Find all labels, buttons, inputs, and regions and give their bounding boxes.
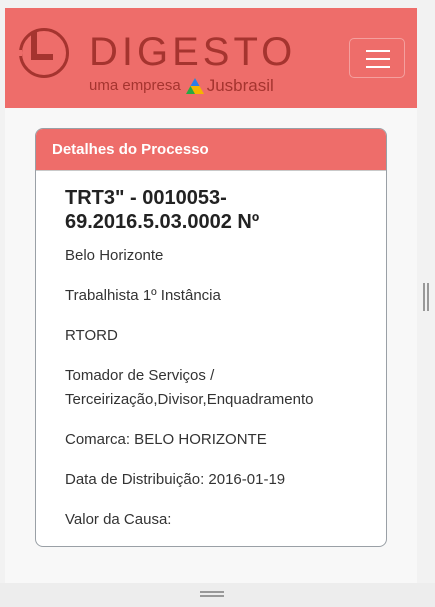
brand-subtitle-prefix: uma empresa [89,77,181,94]
hamburger-menu-icon [366,50,390,52]
digesto-logo-icon[interactable] [17,26,71,80]
process-case-value: Valor da Causa: [65,511,172,528]
card-header: Detalhes do Processo [36,129,386,171]
navbar: DIGESTO uma empresa Jusbrasil [5,8,417,108]
bottom-resize-handle[interactable] [200,591,224,597]
brand-subtitle: uma empresa Jusbrasil [89,77,274,95]
hamburger-menu-button[interactable] [349,38,405,78]
brand-subtitle-name: Jusbrasil [206,76,274,95]
process-instance: Trabalhista 1º Instância [65,287,221,304]
process-details-card: Detalhes do Processo TRT3" - 0010053-69.… [35,128,387,547]
process-comarca: Comarca: BELO HORIZONTE [65,431,267,448]
side-resize-handle[interactable] [423,283,429,311]
process-distribution-date: Data de Distribuição: 2016-01-19 [65,471,286,488]
hamburger-menu-icon [366,58,390,60]
process-class: RTORD [65,327,118,344]
hamburger-menu-icon [366,66,390,68]
jusbrasil-logo-icon [185,78,204,94]
process-city: Belo Horizonte [65,247,164,264]
card-body: TRT3" - 0010053-69.2016.5.03.0002 Nº Bel… [36,171,386,532]
process-subject: Tomador de Serviços / Terceirização,Divi… [65,367,314,408]
process-number-title: TRT3" - 0010053-69.2016.5.03.0002 Nº [65,187,260,233]
brand-wordmark: DIGESTO [89,30,297,74]
page-frame: DIGESTO uma empresa Jusbrasil Detalhes d… [5,8,417,583]
